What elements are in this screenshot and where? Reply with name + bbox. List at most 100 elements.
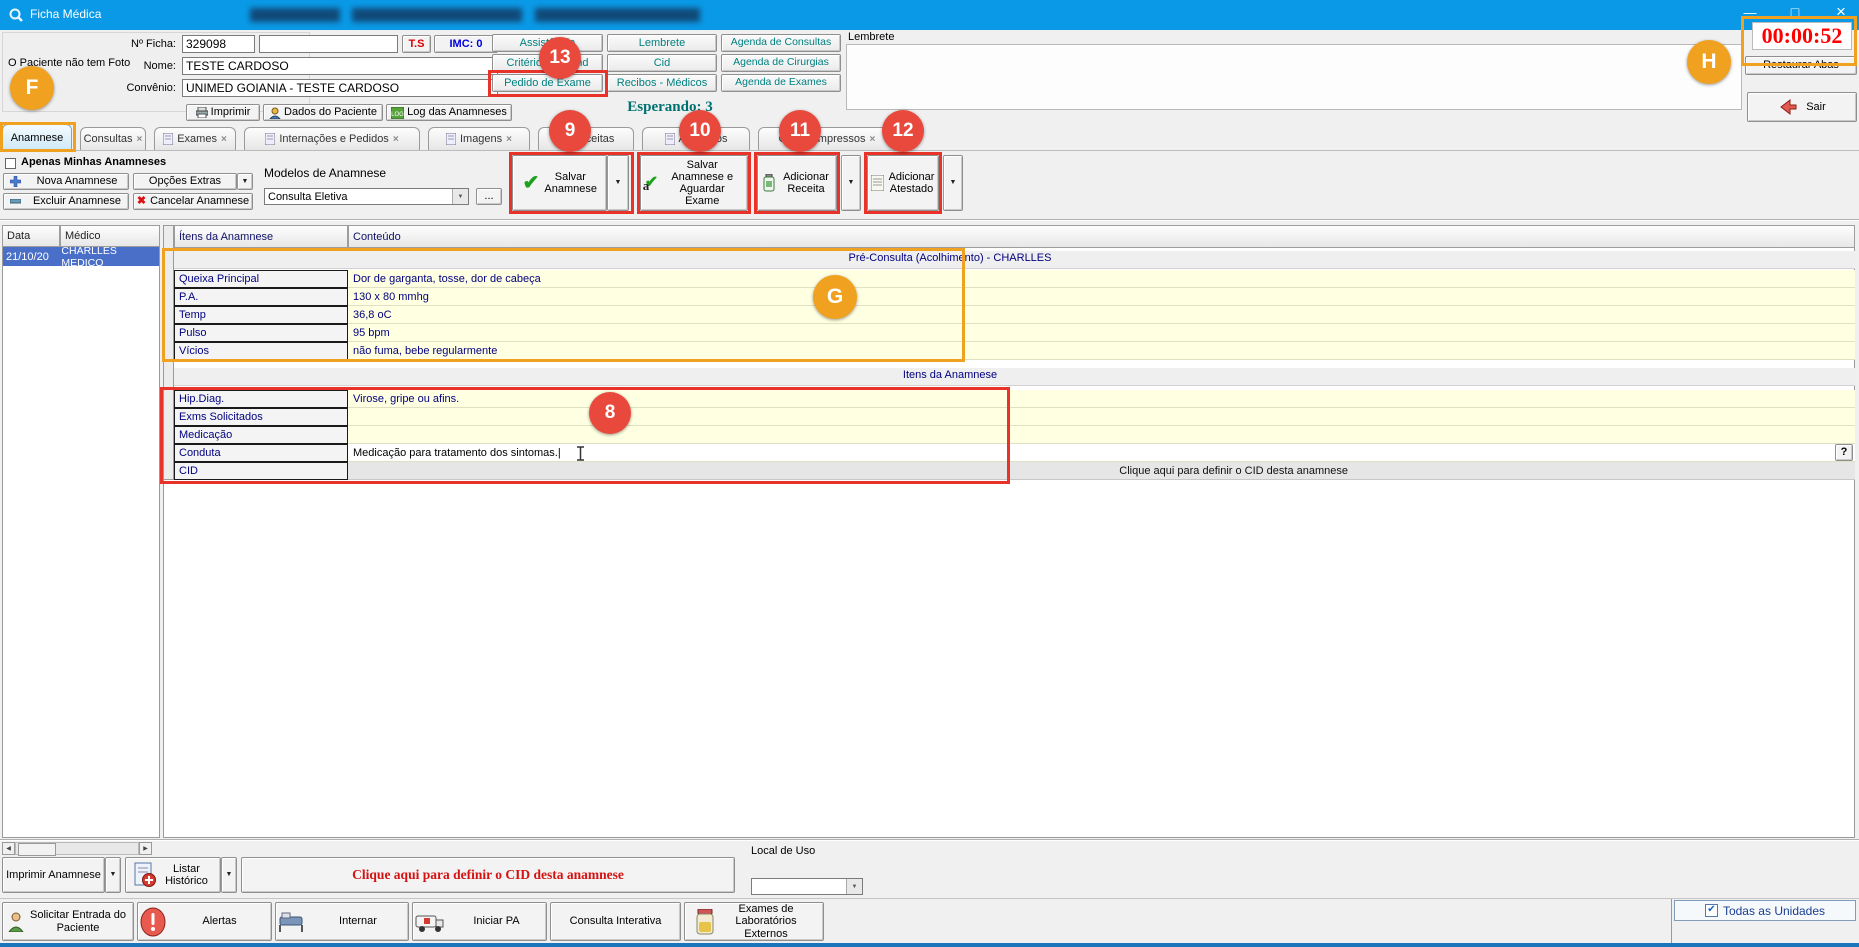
- history-panel-bg: [2, 225, 160, 838]
- tab-close-icon[interactable]: ×: [393, 134, 399, 145]
- content-bottom-divider: [0, 839, 1859, 841]
- chevron-down-icon[interactable]: ▼: [846, 879, 862, 894]
- redacted-title-text: [250, 8, 340, 22]
- sair-button[interactable]: Sair: [1747, 92, 1857, 122]
- listar-historico-dropdown[interactable]: ▼: [221, 857, 237, 893]
- modelo-combobox[interactable]: Consulta Eletiva ▼: [264, 188, 469, 205]
- grid-section-itens-title: Itens da Anamnese: [700, 369, 1200, 381]
- agenda-cirurgias-button[interactable]: Agenda de Cirurgias: [721, 54, 841, 72]
- convenio-label: Convênio:: [100, 79, 176, 97]
- tab-exames[interactable]: Exames×: [154, 127, 236, 150]
- title-bar: Ficha Médica — □ ×: [0, 0, 1859, 30]
- help-button[interactable]: ?: [1835, 444, 1853, 461]
- annotation-box-10: [637, 152, 751, 214]
- todas-unidades-checkbox[interactable]: ✔: [1705, 904, 1718, 917]
- imprimir-anamnese-dropdown[interactable]: ▼: [105, 857, 121, 893]
- apenas-checkbox[interactable]: [5, 158, 16, 169]
- history-row-doctor: CHARLLES MEDICO: [61, 245, 159, 269]
- page-icon: [665, 133, 675, 145]
- log-anamneses-button[interactable]: LOG Log das Anamneses: [386, 104, 512, 121]
- alert-icon: [140, 907, 166, 937]
- alertas-button[interactable]: Alertas: [137, 902, 272, 941]
- opcoes-extras-button[interactable]: Opções Extras: [133, 173, 237, 190]
- tab-consultas[interactable]: Consultas×: [80, 127, 146, 150]
- cid-button[interactable]: Cid: [607, 54, 717, 72]
- todas-unidades-label: Todas as Unidades: [1723, 904, 1825, 918]
- local-de-uso-combobox[interactable]: ▼: [751, 878, 863, 895]
- chevron-down-icon[interactable]: ▼: [452, 189, 468, 204]
- printer-icon: [196, 107, 208, 118]
- lembrete-panel-label: Lembrete: [848, 31, 894, 43]
- tab-internacoes[interactable]: Internações e Pedidos×: [244, 127, 420, 150]
- page-icon: [446, 133, 456, 145]
- grid-col-conteudo[interactable]: Conteúdo: [348, 225, 1855, 248]
- imprimir-anamnese-button[interactable]: Imprimir Anamnese: [2, 857, 105, 893]
- annotation-box-8: [160, 387, 1010, 484]
- iniciar-pa-button[interactable]: Iniciar PA: [412, 902, 547, 941]
- internar-button[interactable]: Internar: [275, 902, 409, 941]
- tab-close-icon[interactable]: ×: [137, 134, 143, 145]
- history-col-data[interactable]: Data: [2, 225, 60, 247]
- annotation-circle-10: 10: [679, 110, 721, 152]
- page-icon: [265, 133, 275, 145]
- history-row-date: 21/10/20: [3, 251, 61, 263]
- solicitar-entrada-button[interactable]: Solicitar Entrada do Paciente: [2, 902, 134, 941]
- lab-jar-icon: [695, 909, 715, 935]
- history-shield-icon: [134, 862, 156, 888]
- history-row-selected[interactable]: 21/10/20 CHARLLES MEDICO: [3, 247, 159, 266]
- ficha-label: Nº Ficha:: [100, 35, 176, 53]
- footer-divider: [1671, 899, 1672, 945]
- tab-close-icon[interactable]: ×: [506, 134, 512, 145]
- dados-do-paciente-button[interactable]: Dados do Paciente: [263, 104, 383, 121]
- modelo-more-button[interactable]: ...: [476, 188, 502, 205]
- scroll-left-icon[interactable]: ◀: [2, 842, 15, 855]
- cancelar-anamnese-button[interactable]: ✖ Cancelar Anamnese: [133, 193, 253, 210]
- imprimir-button[interactable]: Imprimir: [186, 104, 260, 121]
- lembrete-button[interactable]: Lembrete: [607, 34, 717, 52]
- listar-historico-button[interactable]: Listar Histórico: [125, 857, 221, 893]
- cid-banner-button[interactable]: Clique aqui para definir o CID desta ana…: [241, 857, 735, 893]
- cancel-icon: ✖: [137, 195, 146, 207]
- tab-imagens[interactable]: Imagens×: [428, 127, 530, 150]
- annotation-box-11: [754, 152, 840, 214]
- consulta-interativa-button[interactable]: Consulta Interativa: [550, 902, 681, 941]
- lembrete-memo[interactable]: [846, 44, 1742, 110]
- local-de-uso-label: Local de Uso: [751, 845, 815, 857]
- scrollbar-thumb[interactable]: [18, 843, 56, 856]
- tab-close-icon[interactable]: ×: [221, 134, 227, 145]
- adicionar-receita-dropdown[interactable]: ▼: [841, 155, 861, 211]
- esperando-status: Esperando: 3: [580, 99, 760, 116]
- excluir-anamnese-button[interactable]: Excluir Anamnese: [3, 193, 129, 210]
- new-icon: [10, 176, 21, 187]
- imc-button[interactable]: IMC: 0: [434, 35, 498, 53]
- tab-close-icon[interactable]: ×: [869, 134, 875, 145]
- recibos-medicos-button[interactable]: Recibos - Médicos: [607, 74, 717, 92]
- ts-button[interactable]: T.S: [402, 35, 431, 53]
- tab-body-edge: [0, 150, 1859, 151]
- annotation-circle-12: 12: [882, 110, 924, 152]
- apenas-label: Apenas Minhas Anamneses: [21, 156, 166, 168]
- exit-icon: [1778, 98, 1798, 116]
- nome-input[interactable]: TESTE CARDOSO: [182, 57, 498, 75]
- person-icon: [8, 912, 24, 932]
- bed-icon: [278, 911, 306, 933]
- agenda-exames-button[interactable]: Agenda de Exames: [721, 74, 841, 92]
- grid-col-itens[interactable]: Ítens da Anamnese: [174, 225, 348, 248]
- nova-anamnese-button[interactable]: Nova Anamnese: [3, 173, 129, 190]
- convenio-input[interactable]: UNIMED GOIANIA - TESTE CARDOSO: [182, 79, 498, 97]
- ficha-input[interactable]: 329098: [182, 35, 255, 53]
- toolbar-divider: [0, 219, 1859, 221]
- opcoes-extras-dropdown[interactable]: ▼: [237, 173, 253, 190]
- nome-label: Nome:: [100, 57, 176, 75]
- ambulance-icon: [415, 911, 445, 933]
- ficha-extra-input[interactable]: [259, 35, 398, 53]
- agenda-consultas-button[interactable]: Agenda de Consultas: [721, 34, 841, 52]
- exames-laboratorios-button[interactable]: Exames de Laboratórios Externos: [684, 902, 824, 941]
- annotation-circle-f: F: [10, 66, 54, 110]
- scroll-right-icon[interactable]: ▶: [139, 842, 152, 855]
- scrollbar-track[interactable]: [15, 842, 139, 855]
- adicionar-atestado-dropdown[interactable]: ▼: [943, 155, 963, 211]
- annotation-box-f: [0, 122, 76, 152]
- annotation-circle-11: 11: [779, 110, 821, 152]
- svg-text:LOG: LOG: [391, 112, 404, 118]
